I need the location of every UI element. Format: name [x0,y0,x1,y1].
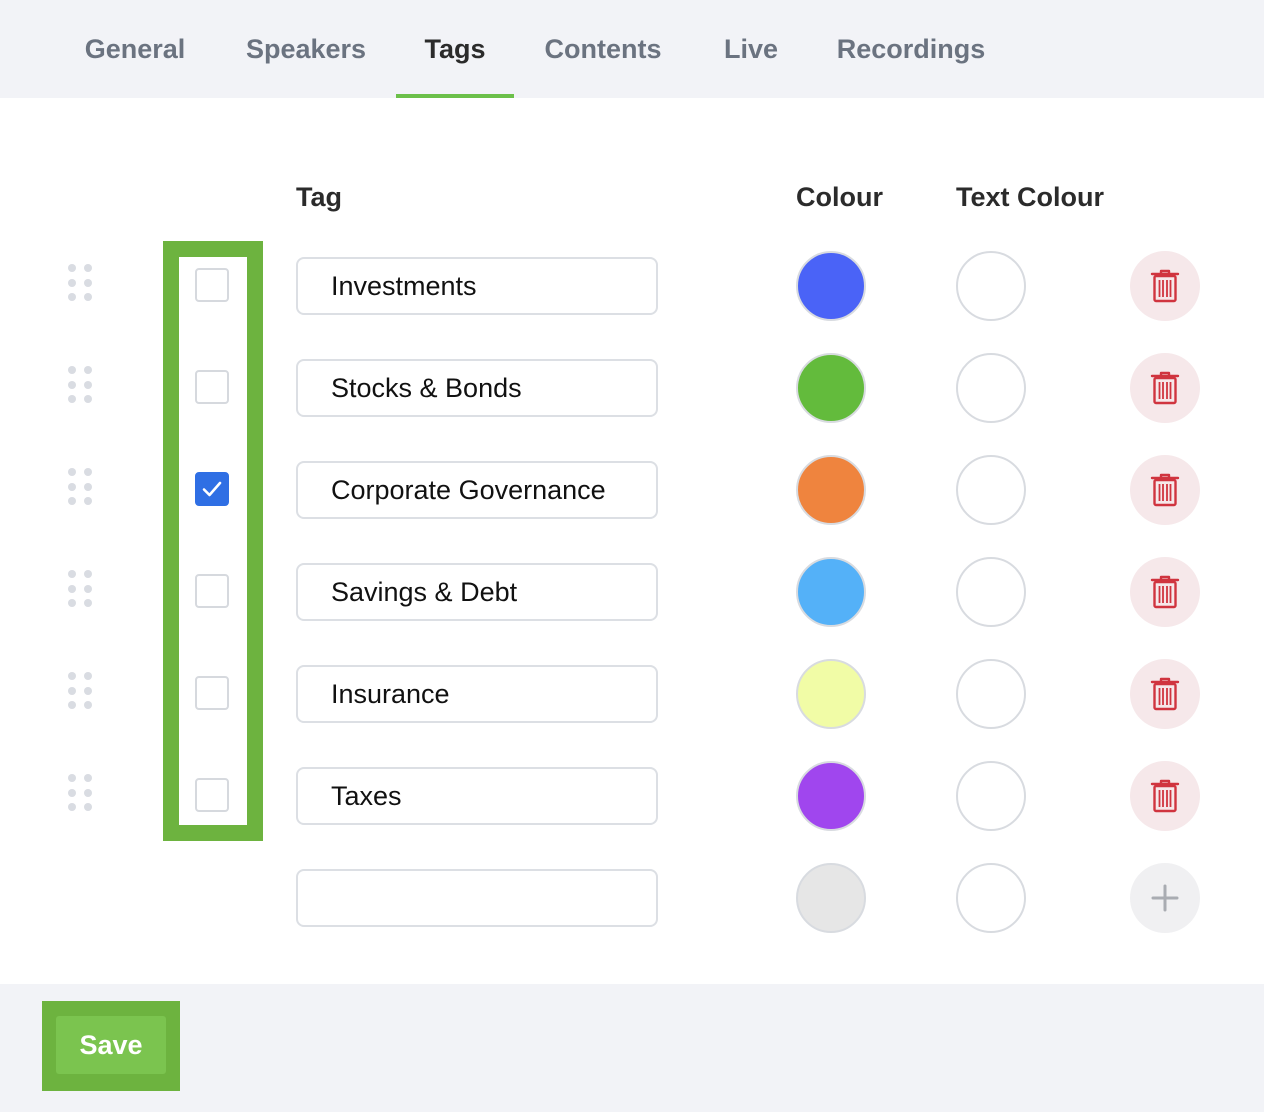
tag-colour-swatch[interactable] [796,761,866,831]
trash-icon [1150,575,1180,609]
drag-handle-icon[interactable] [68,672,92,712]
tag-text-colour-swatch[interactable] [956,659,1026,729]
tag-name-input[interactable]: Corporate Governance [296,461,658,519]
tab-live[interactable]: Live [718,0,784,98]
tag-row: Stocks & Bonds [0,352,1264,423]
tab-bar: General Speakers Tags Contents Live Reco… [0,0,1264,98]
tag-row: Taxes [0,760,1264,831]
delete-tag-button[interactable] [1130,557,1200,627]
tag-colour-swatch[interactable] [796,455,866,525]
tab-general[interactable]: General [78,0,192,98]
tag-select-checkbox[interactable] [195,472,229,506]
trash-icon [1150,779,1180,813]
new-tag-row [0,862,1264,933]
tag-text-colour-swatch[interactable] [956,761,1026,831]
tags-panel [0,98,1264,984]
new-tag-input[interactable] [296,869,658,927]
tab-tags[interactable]: Tags [396,0,514,98]
tag-select-checkbox[interactable] [195,370,229,404]
plus-icon [1151,884,1179,912]
drag-handle-icon[interactable] [68,468,92,508]
tag-name-input[interactable]: Taxes [296,767,658,825]
new-tag-text-colour-swatch[interactable] [956,863,1026,933]
colour-column-header: Colour [796,182,883,212]
checkmark-icon [202,481,222,497]
tab-speakers[interactable]: Speakers [242,0,370,98]
tag-select-checkbox[interactable] [195,574,229,608]
tag-text-colour-swatch[interactable] [956,353,1026,423]
text-colour-column-header: Text Colour [956,182,1104,212]
drag-handle-icon[interactable] [68,264,92,304]
delete-tag-button[interactable] [1130,659,1200,729]
tag-select-checkbox[interactable] [195,676,229,710]
tag-column-header: Tag [296,182,342,212]
tag-colour-swatch[interactable] [796,557,866,627]
delete-tag-button[interactable] [1130,455,1200,525]
tag-name-input[interactable]: Stocks & Bonds [296,359,658,417]
tag-row: Insurance [0,658,1264,729]
tag-colour-swatch[interactable] [796,353,866,423]
trash-icon [1150,677,1180,711]
tag-name-input[interactable]: Savings & Debt [296,563,658,621]
save-button[interactable]: Save [56,1016,166,1074]
drag-handle-icon[interactable] [68,774,92,814]
drag-handle-icon[interactable] [68,366,92,406]
delete-tag-button[interactable] [1130,353,1200,423]
tag-text-colour-swatch[interactable] [956,455,1026,525]
new-tag-colour-swatch[interactable] [796,863,866,933]
tag-name-input[interactable]: Investments [296,257,658,315]
tag-row: Investments [0,250,1264,321]
tab-recordings[interactable]: Recordings [832,0,990,98]
tag-select-checkbox[interactable] [195,268,229,302]
tab-contents[interactable]: Contents [538,0,668,98]
tag-colour-swatch[interactable] [796,251,866,321]
tag-select-checkbox[interactable] [195,778,229,812]
add-tag-button[interactable] [1130,863,1200,933]
trash-icon [1150,371,1180,405]
footer [0,984,1264,1112]
tag-text-colour-swatch[interactable] [956,557,1026,627]
tag-row: Corporate Governance [0,454,1264,525]
trash-icon [1150,473,1180,507]
tag-text-colour-swatch[interactable] [956,251,1026,321]
tag-row: Savings & Debt [0,556,1264,627]
delete-tag-button[interactable] [1130,761,1200,831]
tag-name-input[interactable]: Insurance [296,665,658,723]
trash-icon [1150,269,1180,303]
drag-handle-icon[interactable] [68,570,92,610]
delete-tag-button[interactable] [1130,251,1200,321]
tag-colour-swatch[interactable] [796,659,866,729]
